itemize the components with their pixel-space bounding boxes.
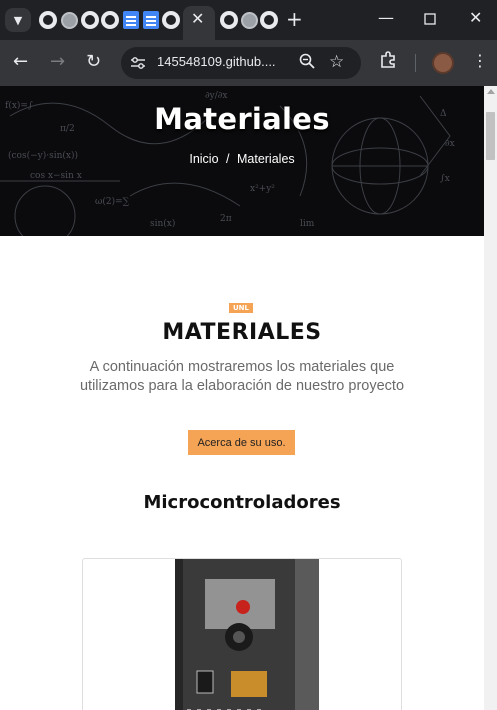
svg-text:∂y/∂x: ∂y/∂x [205,91,228,101]
site-info-icon[interactable] [129,54,147,72]
tab-globe-2[interactable] [240,11,258,29]
product-card[interactable] [82,558,402,710]
svg-text:x²+y²: x²+y² [250,184,275,194]
tab-github-5[interactable] [220,11,238,29]
github-icon [39,11,57,29]
svg-text:∫x: ∫x [440,174,450,184]
forward-arrow-icon[interactable]: → [50,51,65,72]
hero-banner: f(x)=∫ π/2 (cos(−y)·sin(x)) cos x−sin x … [0,86,484,236]
breadcrumb-separator: / [226,152,230,166]
about-usage-button[interactable]: Acerca de su uso. [188,430,295,455]
new-tab-button[interactable]: + [286,7,303,31]
back-arrow-icon[interactable]: ← [13,51,28,72]
tab-globe-1[interactable] [60,11,78,29]
tab-github-4[interactable] [162,11,180,29]
microcontrollers-heading: Microcontroladores [143,492,341,513]
svg-text:ω(2)=∑: ω(2)=∑ [95,196,130,207]
svg-text:2π: 2π [220,214,232,224]
svg-text:lim: lim [300,219,315,229]
tab-docs-2[interactable] [142,11,160,29]
breadcrumb-home-link[interactable]: Inicio [189,152,218,166]
close-icon[interactable]: ✕ [191,9,204,28]
svg-text:∂x: ∂x [445,139,455,149]
github-icon [260,11,278,29]
tab-search-button[interactable]: ▼ [5,8,31,32]
zoom-icon[interactable] [299,53,315,73]
tab-github-6[interactable] [260,11,278,29]
tab-github-2[interactable] [81,11,99,29]
scroll-up-arrow-icon[interactable] [487,89,495,94]
tab-docs-1[interactable] [122,11,140,29]
tab-github-1[interactable] [39,11,57,29]
breadcrumb-current: Materiales [236,152,295,166]
github-icon [162,11,180,29]
bookmark-star-icon[interactable]: ☆ [329,52,344,72]
breadcrumb: Inicio / Materiales [0,152,484,166]
address-bar[interactable]: 145548109.github.... ☆ [121,47,361,79]
page-viewport: f(x)=∫ π/2 (cos(−y)·sin(x)) cos x−sin x … [0,86,484,710]
globe-icon [60,11,78,29]
github-icon [220,11,238,29]
section-intro: A continuación mostraremos los materiale… [79,359,405,394]
reload-icon[interactable]: ↻ [86,51,101,72]
browser-toolbar: ← → ↻ 145548109.github.... ☆ ⋮ [0,40,497,86]
url-text[interactable]: 145548109.github.... [157,54,276,69]
toolbar-divider [415,54,416,72]
tab-strip: ▼ ✕ + — ✕ [0,0,497,40]
section-badge: UNL [229,303,254,313]
minimize-icon[interactable]: — [378,8,394,27]
more-menu-icon[interactable]: ⋮ [472,51,488,70]
section-title: MATERIALES [162,320,322,345]
github-icon [101,11,119,29]
extensions-icon[interactable] [379,50,397,72]
docs-icon [123,11,139,29]
maximize-icon[interactable] [424,10,436,29]
esp32-cam-image [175,559,319,710]
chevron-down-icon: ▼ [13,13,23,27]
page-scrollbar[interactable] [484,86,497,710]
tab-github-3[interactable] [101,11,119,29]
close-window-icon[interactable]: ✕ [469,8,482,27]
docs-icon [143,11,159,29]
svg-text:cos x−sin x: cos x−sin x [30,171,82,181]
svg-text:sin(x): sin(x) [150,218,175,229]
globe-icon [240,11,258,29]
github-icon [81,11,99,29]
page-title: Materiales [154,102,330,136]
profile-avatar[interactable] [432,52,454,74]
scroll-thumb[interactable] [486,112,495,160]
